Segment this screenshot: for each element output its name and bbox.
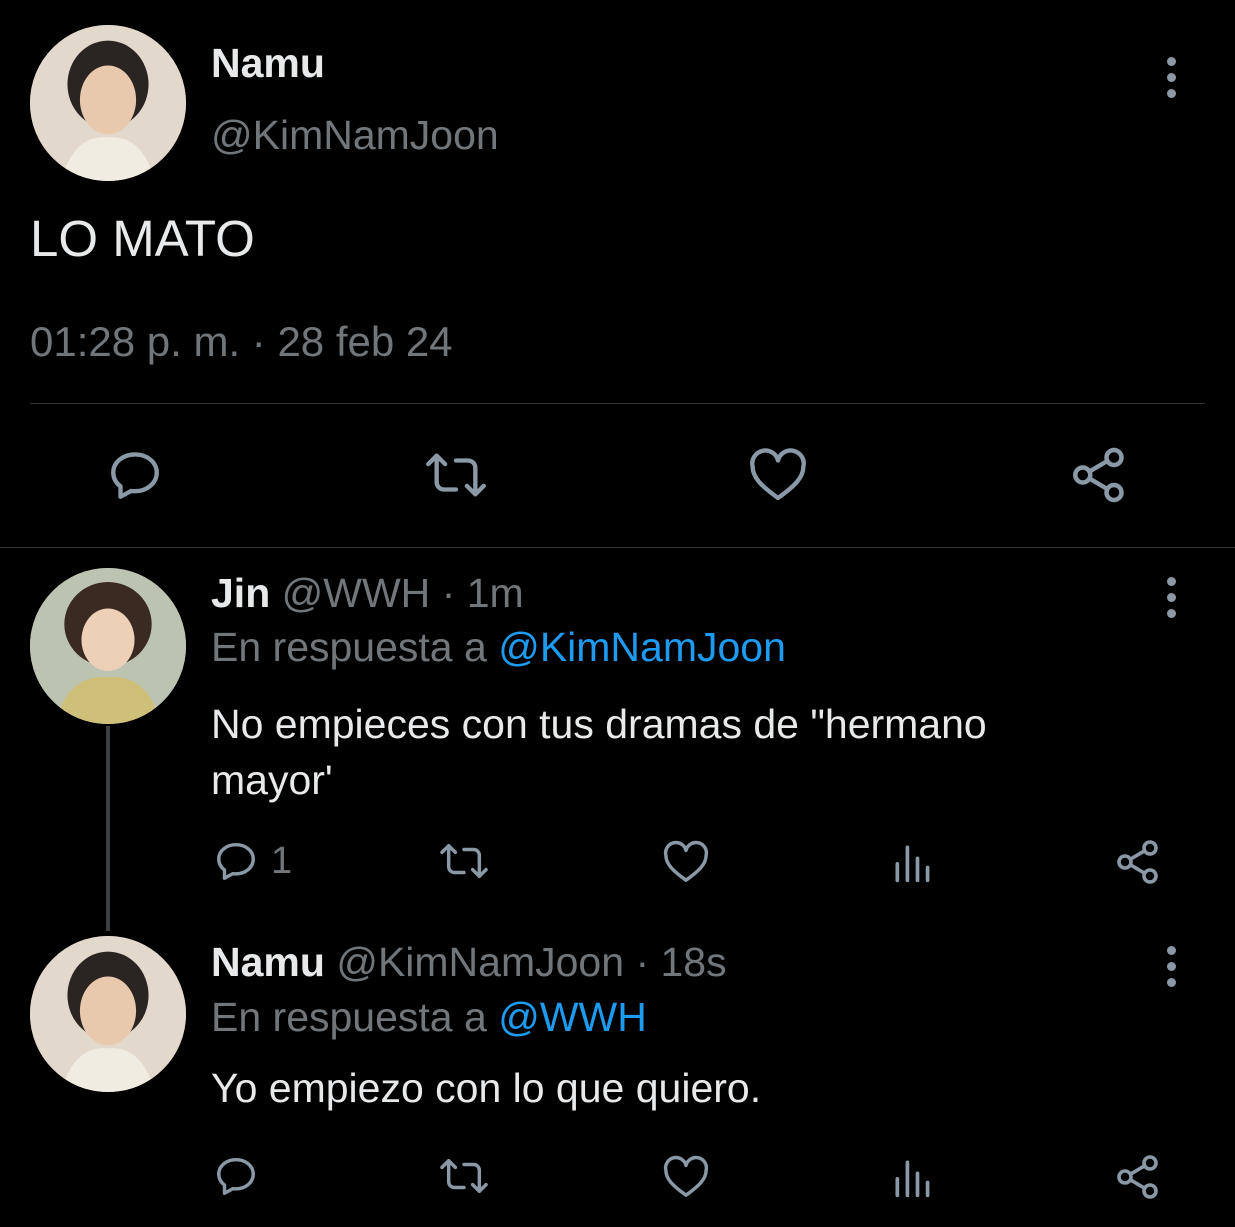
avatar[interactable] bbox=[30, 936, 186, 1092]
tweet-text-line: mayor' bbox=[211, 757, 333, 803]
replying-to-label: En respuesta a bbox=[211, 994, 487, 1040]
thread-line bbox=[106, 726, 110, 931]
display-name[interactable]: Jin bbox=[211, 570, 270, 616]
tweet-text-line: No empieces con tus dramas de "hermano bbox=[211, 701, 987, 747]
replying-to: En respuesta a @KimNamJoon bbox=[211, 624, 786, 671]
divider bbox=[0, 547, 1235, 548]
timestamp: · 18s bbox=[635, 939, 727, 985]
retweet-icon[interactable] bbox=[438, 838, 490, 884]
retweet-icon[interactable] bbox=[424, 446, 488, 504]
reply-header: Jin @WWH · 1m bbox=[211, 570, 524, 617]
like-icon[interactable] bbox=[749, 448, 807, 502]
reply-count: 1 bbox=[271, 840, 293, 882]
like-icon[interactable] bbox=[663, 840, 709, 884]
mention-link[interactable]: @KimNamJoon bbox=[498, 624, 786, 670]
handle[interactable]: @KimNamJoon bbox=[211, 112, 499, 159]
like-icon[interactable] bbox=[663, 1155, 709, 1199]
divider bbox=[30, 403, 1205, 404]
display-name[interactable]: Namu bbox=[211, 40, 325, 87]
timestamp[interactable]: 01:28 p. m. · 28 feb 24 bbox=[30, 318, 453, 366]
handle[interactable]: @WWH bbox=[282, 570, 431, 616]
share-icon[interactable] bbox=[1114, 1153, 1162, 1201]
views-icon[interactable] bbox=[890, 1155, 934, 1199]
avatar[interactable] bbox=[30, 568, 186, 724]
replying-to: En respuesta a @WWH bbox=[211, 994, 647, 1041]
views-icon[interactable] bbox=[890, 840, 934, 884]
share-icon[interactable] bbox=[1069, 445, 1129, 505]
tweet-text: LO MATO bbox=[30, 210, 255, 267]
more-options-icon[interactable] bbox=[1165, 946, 1177, 987]
reply-icon[interactable] bbox=[213, 838, 259, 884]
tweet-text: Yo empiezo con lo que quiero. bbox=[211, 1065, 762, 1111]
share-icon[interactable] bbox=[1114, 838, 1162, 886]
timestamp: · 1m bbox=[441, 570, 524, 616]
mention-link[interactable]: @WWH bbox=[498, 994, 647, 1040]
retweet-icon[interactable] bbox=[438, 1153, 490, 1199]
more-options-icon[interactable] bbox=[1165, 57, 1177, 98]
replying-to-label: En respuesta a bbox=[211, 624, 487, 670]
reply-icon[interactable] bbox=[213, 1153, 259, 1199]
tweet-text: No empieces con tus dramas de "hermano m… bbox=[211, 696, 987, 808]
more-options-icon[interactable] bbox=[1165, 577, 1177, 618]
reply-icon[interactable] bbox=[106, 446, 164, 504]
display-name[interactable]: Namu bbox=[211, 939, 325, 985]
handle[interactable]: @KimNamJoon bbox=[336, 939, 624, 985]
avatar[interactable] bbox=[30, 25, 186, 181]
reply-header: Namu @KimNamJoon · 18s bbox=[211, 939, 727, 986]
